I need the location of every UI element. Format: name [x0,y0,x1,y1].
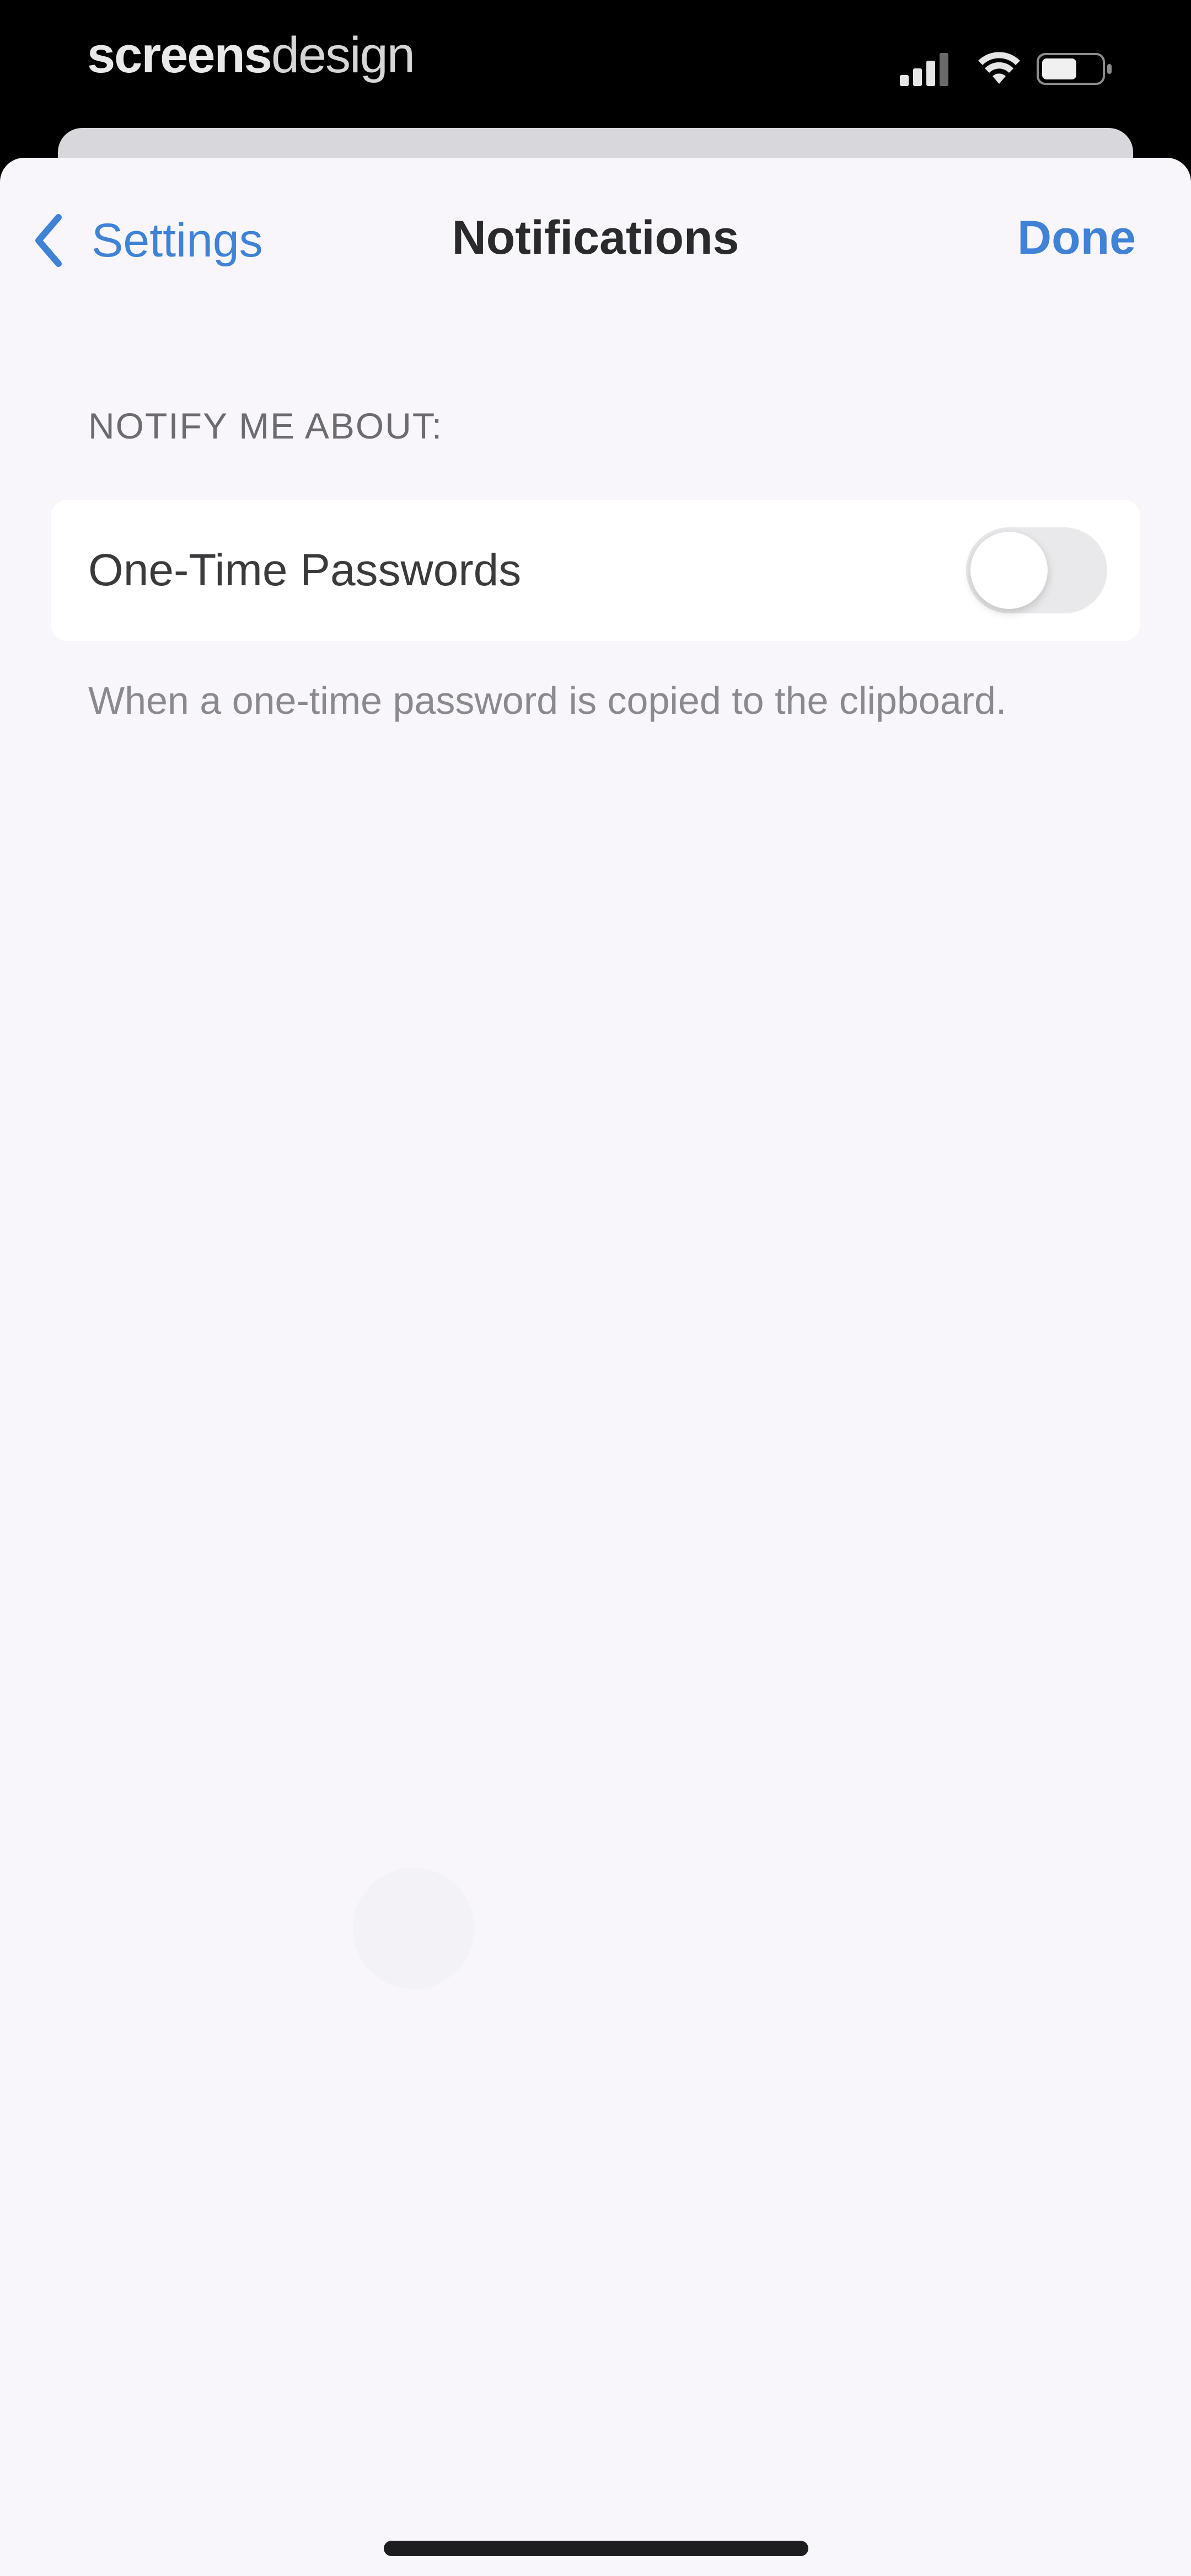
done-button[interactable]: Done [1017,211,1136,265]
cellular-signal-icon [900,53,948,86]
brand-strong: screens [87,27,272,83]
one-time-passwords-label: One-Time Passwords [88,545,522,595]
brand-watermark: screensdesign [87,26,415,84]
navigation-bar: Settings Notifications Done [0,158,1191,318]
status-bar: screensdesign [0,0,1191,127]
faint-touch-indicator [353,1868,474,1989]
settings-group: One-Time Passwords [51,500,1140,641]
one-time-passwords-toggle[interactable] [966,527,1107,613]
brand-light: design [271,27,415,83]
home-indicator[interactable] [384,2541,808,2556]
section-footer: When a one-time password is copied to th… [88,679,1007,722]
section-header: NOTIFY ME ABOUT: [88,405,443,446]
toggle-knob [970,532,1048,609]
notifications-sheet: Settings Notifications Done NOTIFY ME AB… [0,158,1191,2576]
battery-icon [1037,53,1112,85]
wifi-icon [978,52,1020,84]
page-title: Notifications [452,211,739,264]
screen: screensdesign Settings Notifications Don… [0,0,1191,2576]
